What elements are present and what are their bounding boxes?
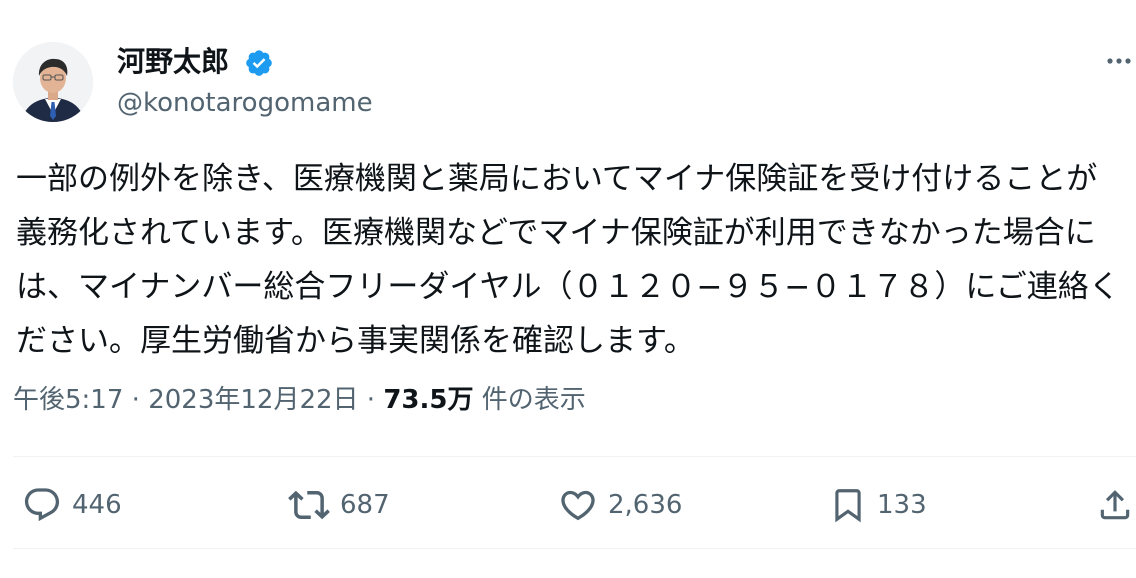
repost-button[interactable]: 687 [288,484,390,526]
meta-separator: · [123,385,149,415]
verified-badge-icon[interactable] [244,48,274,78]
like-count: 2,636 [608,490,683,520]
bookmark-button[interactable]: 133 [829,484,927,526]
repost-count: 687 [340,490,390,520]
divider [13,548,1136,549]
more-button[interactable] [1104,46,1134,76]
share-icon [1100,490,1130,520]
bookmark-icon [835,489,861,523]
share-button[interactable] [1096,484,1134,526]
handle[interactable]: @konotarogomame [117,86,373,120]
avatar-image [13,42,93,122]
meta-separator: · [358,385,384,415]
heart-icon [561,490,595,521]
avatar[interactable] [13,42,93,122]
repost-icon [288,490,330,520]
tweet-date[interactable]: 2023年12月22日 [148,385,358,415]
more-horizontal-icon [1107,58,1131,64]
reply-icon [24,488,60,522]
views-label: 件の表示 [473,385,586,415]
tweet-meta: 午後5:17 · 2023年12月22日 · 73.5万 件の表示 [13,382,586,418]
reply-count: 446 [72,490,122,520]
reply-button[interactable]: 446 [22,484,122,526]
divider [13,456,1136,457]
tweet: 河野太郎 @konotarogomame 一部の例外を除き、医療機関と薬局におい… [0,0,1136,578]
like-button[interactable]: 2,636 [558,484,682,526]
bookmark-count: 133 [877,490,927,520]
views-count: 73.5万 [383,385,474,415]
tweet-text: 一部の例外を除き、医療機関と薬局においてマイナ保険証を受け付けることが義務化され… [16,161,1120,359]
display-name[interactable]: 河野太郎 [117,45,229,79]
tweet-time[interactable]: 午後5:17 [13,385,123,415]
